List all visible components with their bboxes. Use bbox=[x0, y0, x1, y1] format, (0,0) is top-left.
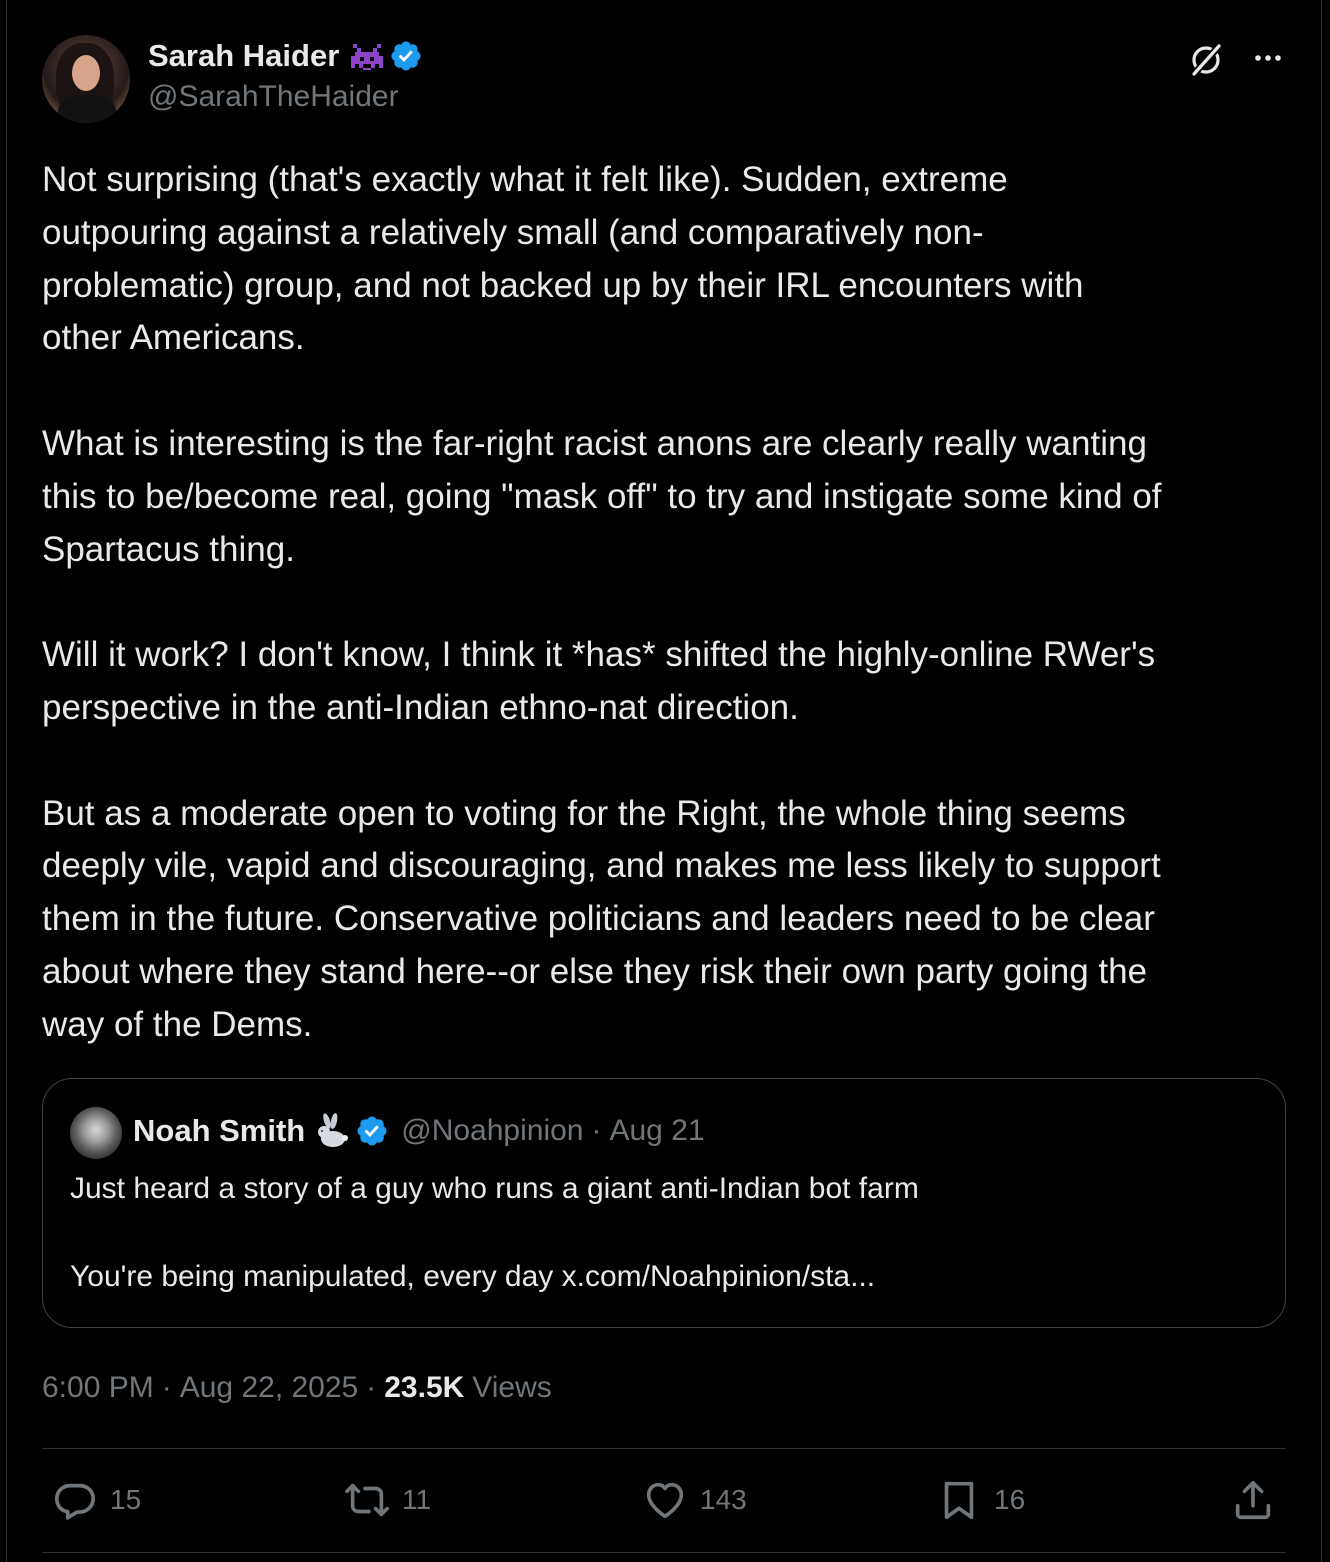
reply-button[interactable]: 15 bbox=[52, 1478, 141, 1522]
share-icon bbox=[1235, 1480, 1271, 1520]
author-handle[interactable]: @SarahTheHaider bbox=[148, 80, 399, 114]
rabbit-icon bbox=[318, 1113, 349, 1147]
repost-count: 11 bbox=[402, 1484, 432, 1515]
quoted-tweet[interactable]: Noah Smith @Noahpinion · Aug 21 Just hea… bbox=[42, 1078, 1286, 1328]
quote-header[interactable]: Noah Smith @Noahpinion · Aug 21 bbox=[133, 1109, 705, 1153]
author-name-row[interactable]: Sarah Haider bbox=[148, 36, 423, 76]
divider bbox=[42, 1448, 1286, 1449]
like-count: 143 bbox=[700, 1484, 747, 1515]
reply-icon bbox=[54, 1483, 96, 1520]
meta-separator: · bbox=[161, 1371, 172, 1404]
quote-author-name[interactable]: Noah Smith bbox=[133, 1113, 305, 1149]
meta-separator: · bbox=[366, 1371, 377, 1404]
tweet-text: Not surprising (that's exactly what it f… bbox=[42, 160, 1162, 1044]
quote-author-avatar[interactable] bbox=[70, 1107, 122, 1159]
alien-monster-icon bbox=[351, 44, 384, 70]
quote-text: Just heard a story of a guy who runs a g… bbox=[70, 1172, 919, 1293]
reply-count: 15 bbox=[110, 1484, 142, 1515]
avatar-body bbox=[58, 95, 116, 123]
grok-icon[interactable] bbox=[1186, 40, 1226, 80]
quote-author-handle[interactable]: @Noahpinion bbox=[401, 1114, 583, 1148]
verified-badge-icon[interactable] bbox=[389, 39, 423, 73]
views-count[interactable]: 23.5K bbox=[384, 1371, 464, 1405]
like-button[interactable]: 143 bbox=[642, 1478, 747, 1522]
bookmark-count: 16 bbox=[994, 1484, 1026, 1515]
more-icon[interactable] bbox=[1248, 40, 1288, 80]
views-label: Views bbox=[472, 1371, 552, 1404]
repost-button[interactable]: 11 bbox=[344, 1478, 431, 1522]
avatar-face bbox=[72, 55, 100, 91]
quote-date[interactable]: Aug 21 bbox=[609, 1114, 704, 1148]
tweet-date[interactable]: Aug 22, 2025 bbox=[180, 1371, 359, 1405]
tweet-meta: 6:00 PM · Aug 22, 2025 · 23.5K Views bbox=[42, 1366, 552, 1410]
verified-badge-icon[interactable] bbox=[355, 1114, 389, 1148]
bookmark-icon bbox=[944, 1481, 974, 1520]
heart-icon bbox=[646, 1482, 684, 1519]
tweet-time[interactable]: 6:00 PM bbox=[42, 1371, 154, 1405]
bookmark-button[interactable]: 16 bbox=[936, 1478, 1025, 1522]
author-avatar[interactable] bbox=[42, 35, 130, 123]
repost-icon bbox=[345, 1483, 389, 1517]
share-button[interactable] bbox=[1230, 1478, 1276, 1522]
author-display-name[interactable]: Sarah Haider bbox=[148, 38, 339, 74]
quote-separator: · bbox=[591, 1114, 602, 1147]
divider bbox=[42, 1552, 1286, 1553]
